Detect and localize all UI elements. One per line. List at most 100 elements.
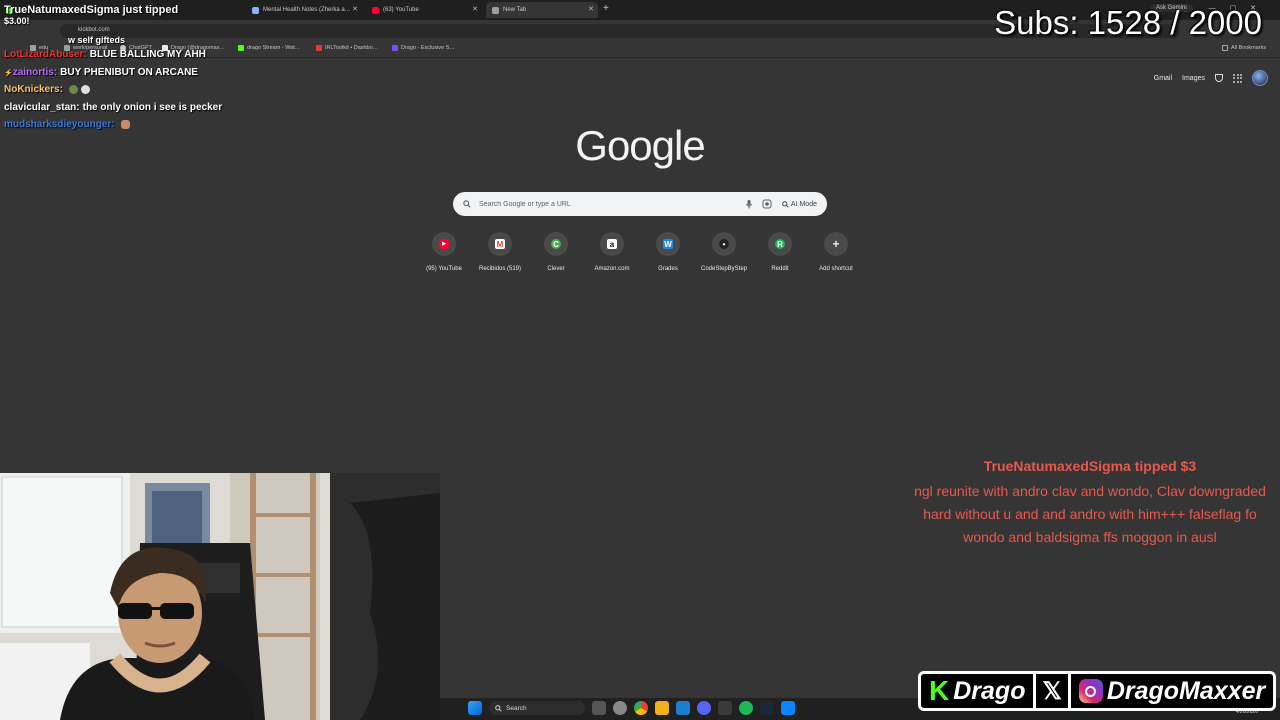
shortcut-circle: R bbox=[768, 232, 792, 256]
gmail-link[interactable]: Gmail bbox=[1154, 75, 1172, 82]
chat-message: mudsharksdieyounger: bbox=[4, 119, 424, 130]
obs-icon[interactable] bbox=[613, 701, 627, 715]
x-logo-icon: 𝕏 bbox=[1042, 677, 1062, 705]
microphone-icon[interactable] bbox=[744, 199, 754, 209]
shortcut-circle: + bbox=[824, 232, 848, 256]
ai-mode-button[interactable]: AI Mode bbox=[782, 201, 817, 208]
shortcut-label: Amazon.com bbox=[594, 266, 630, 272]
instagram-handle: DragoMaxxer bbox=[1106, 676, 1266, 705]
url-text: kickbot.com bbox=[78, 27, 110, 33]
shortcut-label: Clever bbox=[547, 266, 565, 272]
shortcut-circle: a bbox=[600, 232, 624, 256]
tip-banner: TrueNatumaxedSigma just tipped $3.00! bbox=[4, 4, 178, 26]
hand-emote-icon bbox=[120, 119, 130, 129]
youtube-icon: ▶ bbox=[439, 239, 449, 249]
close-tab-icon[interactable]: ✕ bbox=[588, 5, 594, 13]
grades-icon: W bbox=[663, 239, 673, 249]
stream-frame: Mental Health Notes (Zherka a… ✕ (63) Yo… bbox=[0, 0, 1280, 720]
emote-icon bbox=[68, 84, 78, 94]
youtube-favicon-icon bbox=[372, 6, 379, 14]
chat-message-text: the only onion i see is pecker bbox=[82, 101, 223, 113]
taskbar-search[interactable]: Search bbox=[489, 701, 585, 715]
shortcut-codestepbystep[interactable]: • CodeStepByStep bbox=[696, 232, 752, 272]
google-search-box[interactable]: AI Mode bbox=[453, 192, 827, 216]
subs-goal-counter: Subs: 1528 / 2000 bbox=[994, 4, 1262, 41]
shortcut-add[interactable]: + Add shortcut bbox=[808, 232, 864, 272]
chat-message-text: BLUE BALLING MY AHH bbox=[89, 49, 206, 60]
clever-icon: C bbox=[551, 239, 561, 249]
google-apps-grid-icon[interactable] bbox=[1233, 73, 1242, 83]
tab-label: (63) YouTube bbox=[383, 7, 419, 13]
chat-overlay: w self gifteds LotLizardAbuser: BLUE BALL… bbox=[4, 35, 424, 137]
images-link[interactable]: Images bbox=[1182, 75, 1205, 82]
chat-username: NoKnickers: bbox=[4, 84, 63, 95]
new-tab-favicon-icon bbox=[492, 6, 499, 14]
folder-icon bbox=[1222, 45, 1228, 51]
steam-icon[interactable] bbox=[676, 701, 690, 715]
chat-message: ⚡zainortis: BUY PHENIBUT ON ARCANE bbox=[4, 67, 424, 78]
kick-handle: Drago bbox=[953, 676, 1026, 705]
chat-username: mudsharksdieyounger: bbox=[4, 119, 115, 130]
search-icon bbox=[463, 200, 471, 208]
labs-flask-icon[interactable] bbox=[1215, 74, 1223, 82]
socials-overlay: K Drago 𝕏 DragoMaxxer bbox=[918, 670, 1277, 712]
chat-message: NoKnickers: bbox=[4, 84, 424, 95]
steam-client-icon[interactable] bbox=[760, 701, 774, 715]
plus-icon: + bbox=[832, 237, 840, 251]
tip-banner-text: TrueNatumaxedSigma just tipped bbox=[4, 4, 179, 16]
codestepbystep-icon: • bbox=[719, 239, 729, 249]
chrome-icon[interactable] bbox=[634, 701, 648, 715]
tip-alert: TrueNatumaxedSigma tipped $3 ngl reunite… bbox=[912, 458, 1268, 549]
shortcut-label: Grades bbox=[658, 266, 678, 272]
shortcuts-row: ▶ (95) YouTube M Recibidos (519) C Clever a… bbox=[416, 232, 864, 272]
shortcut-amazon[interactable]: a Amazon.com bbox=[584, 232, 640, 272]
tab-label: New Tab bbox=[503, 7, 527, 13]
shortcut-label: Reddit bbox=[771, 266, 789, 272]
shortcut-circle: C bbox=[544, 232, 568, 256]
shortcut-grades[interactable]: W Grades bbox=[640, 232, 696, 272]
search-input[interactable] bbox=[479, 200, 736, 208]
tab-youtube[interactable]: (63) YouTube ✕ bbox=[366, 2, 482, 18]
chat-message-text: w self gifteds bbox=[68, 35, 126, 45]
app-icon[interactable] bbox=[718, 701, 732, 715]
spotify-icon[interactable] bbox=[739, 701, 753, 715]
shortcut-circle: M bbox=[488, 232, 512, 256]
chat-username: LotLizardAbuser: bbox=[4, 49, 87, 60]
chat-message: w self gifteds bbox=[4, 35, 424, 45]
shortcut-label: CodeStepByStep bbox=[700, 266, 748, 272]
chat-username: clavicular_stan: bbox=[4, 101, 80, 113]
task-view-icon[interactable] bbox=[592, 701, 606, 715]
shortcut-gmail[interactable]: M Recibidos (519) bbox=[472, 232, 528, 272]
webcam-image bbox=[0, 473, 440, 720]
discord-icon[interactable] bbox=[697, 701, 711, 715]
close-tab-icon[interactable]: ✕ bbox=[352, 5, 358, 13]
google-top-links: Gmail Images bbox=[1154, 70, 1268, 86]
webcam-feed bbox=[0, 473, 440, 720]
shortcut-youtube[interactable]: ▶ (95) YouTube bbox=[416, 232, 472, 272]
gmail-icon: M bbox=[495, 239, 505, 249]
bookmark-label: All Bookmarks bbox=[1231, 45, 1267, 51]
reddit-icon: R bbox=[775, 239, 785, 249]
shortcut-circle: W bbox=[656, 232, 680, 256]
x-badge: 𝕏 bbox=[1036, 671, 1071, 711]
new-tab-button[interactable]: + bbox=[603, 3, 609, 14]
shortcut-reddit[interactable]: R Reddit bbox=[752, 232, 808, 272]
account-avatar[interactable] bbox=[1252, 70, 1268, 86]
chat-message-text: BUY PHENIBUT ON ARCANE bbox=[60, 66, 198, 78]
notes-favicon-icon bbox=[252, 6, 259, 14]
editor-icon[interactable] bbox=[781, 701, 795, 715]
shortcut-clever[interactable]: C Clever bbox=[528, 232, 584, 272]
tab-mental-health-notes[interactable]: Mental Health Notes (Zherka a… ✕ bbox=[246, 2, 362, 18]
taskbar-search-label: Search bbox=[506, 704, 527, 712]
close-tab-icon[interactable]: ✕ bbox=[472, 5, 478, 13]
chat-message: LotLizardAbuser: BLUE BALLING MY AHH bbox=[4, 49, 424, 60]
tip-banner-amount: $3.00! bbox=[4, 16, 30, 26]
kick-logo-icon: K bbox=[929, 675, 950, 706]
file-explorer-icon[interactable] bbox=[655, 701, 669, 715]
all-bookmarks-button[interactable]: All Bookmarks bbox=[1222, 45, 1266, 51]
google-lens-icon[interactable] bbox=[762, 199, 772, 209]
windows-start-icon[interactable] bbox=[468, 701, 482, 715]
tab-new-tab[interactable]: New Tab ✕ bbox=[486, 2, 598, 18]
shortcut-label: Recibidos (519) bbox=[478, 266, 522, 272]
chat-message: clavicular_stan: the only onion i see is … bbox=[4, 102, 424, 113]
